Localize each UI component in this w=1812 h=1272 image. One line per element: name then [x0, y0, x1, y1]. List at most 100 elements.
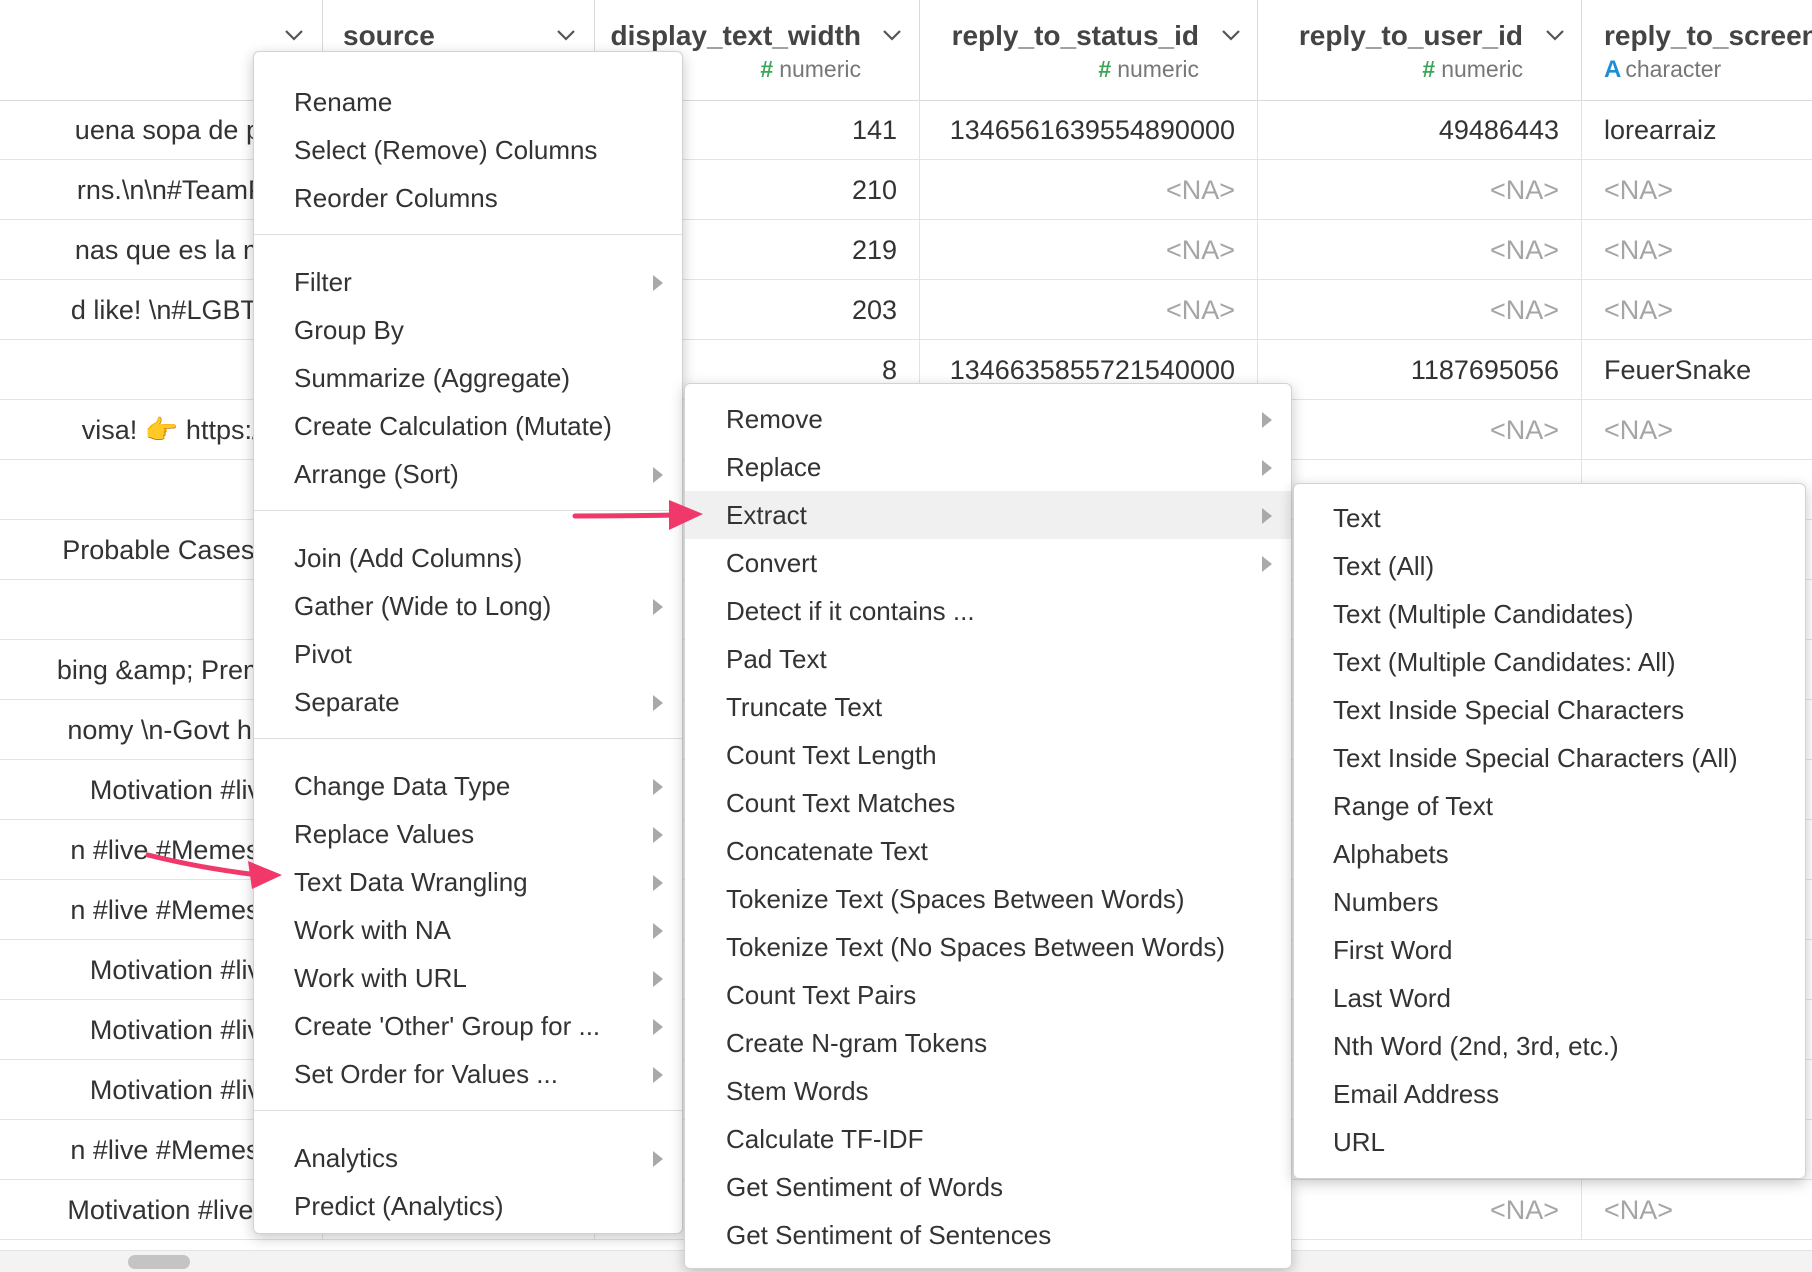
- menu-item-label: Gather (Wide to Long): [294, 591, 552, 621]
- menu-item[interactable]: Filter: [254, 258, 682, 306]
- menu-item[interactable]: Reorder Columns: [254, 174, 682, 222]
- cell-reply-to-screen[interactable]: <NA>: [1582, 160, 1812, 220]
- chevron-right-icon: [653, 1151, 663, 1167]
- menu-item[interactable]: Text Inside Special Characters: [1294, 686, 1805, 734]
- menu-item[interactable]: Calculate TF-IDF: [685, 1115, 1291, 1163]
- menu-item[interactable]: Text Data Wrangling: [254, 858, 682, 906]
- menu-item[interactable]: Replace Values: [254, 810, 682, 858]
- menu-item[interactable]: Text (All): [1294, 542, 1805, 590]
- menu-item-label: Text: [1333, 503, 1381, 533]
- menu-item[interactable]: Text Inside Special Characters (All): [1294, 734, 1805, 782]
- menu-item[interactable]: Group By: [254, 306, 682, 354]
- menu-item[interactable]: First Word: [1294, 926, 1805, 974]
- menu-item[interactable]: Text: [1294, 494, 1805, 542]
- menu-item[interactable]: Concatenate Text: [685, 827, 1291, 875]
- cell-reply-to-screen[interactable]: FeuerSnake: [1582, 340, 1812, 400]
- cell-reply-to-status-id[interactable]: <NA>: [920, 280, 1258, 340]
- menu-item[interactable]: Convert: [685, 539, 1291, 587]
- column-name: reply_to_screen: [1604, 20, 1812, 51]
- menu-item[interactable]: Numbers: [1294, 878, 1805, 926]
- cell-reply-to-screen[interactable]: <NA>: [1582, 1180, 1812, 1240]
- chevron-down-icon[interactable]: [1544, 24, 1566, 46]
- scrollbar-thumb[interactable]: [128, 1255, 190, 1269]
- menu-item[interactable]: Gather (Wide to Long): [254, 582, 682, 630]
- cell-reply-to-user-id[interactable]: <NA>: [1258, 160, 1582, 220]
- menu-item[interactable]: Arrange (Sort): [254, 450, 682, 498]
- menu-item[interactable]: Count Text Length: [685, 731, 1291, 779]
- menu-item-label: Truncate Text: [726, 692, 883, 722]
- cell-reply-to-user-id[interactable]: <NA>: [1258, 400, 1582, 460]
- menu-item-label: Convert: [726, 548, 818, 578]
- cell-reply-to-user-id[interactable]: 1187695056: [1258, 340, 1582, 400]
- menu-item[interactable]: Text (Multiple Candidates: All): [1294, 638, 1805, 686]
- menu-item-label: Group By: [294, 315, 404, 345]
- menu-item[interactable]: Extract: [685, 491, 1291, 539]
- menu-item[interactable]: Range of Text: [1294, 782, 1805, 830]
- column-header-reply-to-status-id[interactable]: reply_to_status_id # numeric: [920, 0, 1258, 100]
- cell-reply-to-screen[interactable]: <NA>: [1582, 280, 1812, 340]
- menu-item[interactable]: Join (Add Columns): [254, 534, 682, 582]
- menu-item[interactable]: Nth Word (2nd, 3rd, etc.): [1294, 1022, 1805, 1070]
- column-header-reply-to-screen[interactable]: reply_to_screen Acharacter: [1582, 0, 1812, 100]
- menu-item[interactable]: URL: [1294, 1118, 1805, 1166]
- chevron-down-icon[interactable]: [555, 24, 577, 46]
- chevron-down-icon[interactable]: [1220, 24, 1242, 46]
- menu-item[interactable]: Truncate Text: [685, 683, 1291, 731]
- menu-item-label: Change Data Type: [294, 771, 511, 801]
- menu-item-label: Create N-gram Tokens: [726, 1028, 988, 1058]
- menu-item[interactable]: Pad Text: [685, 635, 1291, 683]
- menu-item[interactable]: Create Calculation (Mutate): [254, 402, 682, 450]
- cell-reply-to-user-id[interactable]: <NA>: [1258, 280, 1582, 340]
- menu-item[interactable]: Get Sentiment of Words: [685, 1163, 1291, 1211]
- menu-item-label: Text Inside Special Characters: [1333, 695, 1685, 725]
- menu-item[interactable]: Count Text Pairs: [685, 971, 1291, 1019]
- menu-item[interactable]: Rename: [254, 78, 682, 126]
- cell-reply-to-status-id[interactable]: 1346561639554890000: [920, 100, 1258, 160]
- menu-item[interactable]: Last Word: [1294, 974, 1805, 1022]
- cell-reply-to-status-id[interactable]: <NA>: [920, 220, 1258, 280]
- menu-item[interactable]: Remove: [685, 395, 1291, 443]
- menu-item[interactable]: Work with URL: [254, 954, 682, 1002]
- column-header-reply-to-user-id[interactable]: reply_to_user_id # numeric: [1258, 0, 1582, 100]
- menu-item[interactable]: Tokenize Text (No Spaces Between Words): [685, 923, 1291, 971]
- menu-item[interactable]: Separate: [254, 678, 682, 726]
- menu-item-label: Replace: [726, 452, 822, 482]
- menu-item[interactable]: Create N-gram Tokens: [685, 1019, 1291, 1067]
- cell-reply-to-status-id[interactable]: <NA>: [920, 160, 1258, 220]
- chevron-down-icon[interactable]: [283, 24, 305, 46]
- menu-item[interactable]: Summarize (Aggregate): [254, 354, 682, 402]
- menu-item[interactable]: Predict (Analytics): [254, 1182, 682, 1230]
- menu-item[interactable]: Email Address: [1294, 1070, 1805, 1118]
- menu-item[interactable]: Work with NA: [254, 906, 682, 954]
- chevron-down-icon[interactable]: [881, 24, 903, 46]
- cell-reply-to-screen[interactable]: <NA>: [1582, 400, 1812, 460]
- menu-item[interactable]: Create 'Other' Group for ...: [254, 1002, 682, 1050]
- chevron-right-icon: [1262, 508, 1272, 524]
- menu-item[interactable]: Detect if it contains ...: [685, 587, 1291, 635]
- menu-item[interactable]: Replace: [685, 443, 1291, 491]
- cell-reply-to-user-id[interactable]: <NA>: [1258, 1180, 1582, 1240]
- menu-item-label: Pivot: [294, 639, 352, 669]
- menu-item[interactable]: Alphabets: [1294, 830, 1805, 878]
- cell-reply-to-user-id[interactable]: 49486443: [1258, 100, 1582, 160]
- menu-item-label: Summarize (Aggregate): [294, 363, 570, 393]
- chevron-right-icon: [653, 923, 663, 939]
- menu-item[interactable]: Get Sentiment of Sentences: [685, 1211, 1291, 1259]
- menu-item[interactable]: Stem Words: [685, 1067, 1291, 1115]
- menu-item-label: Join (Add Columns): [294, 543, 523, 573]
- menu-item[interactable]: Analytics: [254, 1134, 682, 1182]
- cell-reply-to-user-id[interactable]: <NA>: [1258, 220, 1582, 280]
- menu-item[interactable]: Set Order for Values ...: [254, 1050, 682, 1098]
- menu-item[interactable]: Text (Multiple Candidates): [1294, 590, 1805, 638]
- menu-item[interactable]: Count Text Matches: [685, 779, 1291, 827]
- menu-item-label: Analytics: [294, 1143, 399, 1173]
- menu-item[interactable]: Select (Remove) Columns: [254, 126, 682, 174]
- menu-item[interactable]: Change Data Type: [254, 762, 682, 810]
- cell-reply-to-screen[interactable]: <NA>: [1582, 220, 1812, 280]
- menu-item[interactable]: Tokenize Text (Spaces Between Words): [685, 875, 1291, 923]
- menu-item[interactable]: Pivot: [254, 630, 682, 678]
- cell-reply-to-screen[interactable]: lorearraiz: [1582, 100, 1812, 160]
- numeric-type-icon: #: [760, 56, 774, 82]
- menu-item-label: Arrange (Sort): [294, 459, 459, 489]
- menu-separator: [254, 738, 682, 739]
